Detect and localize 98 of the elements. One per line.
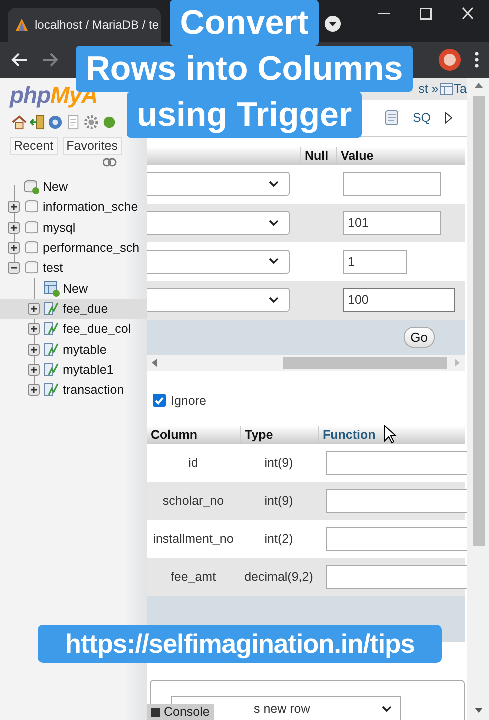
sidebar-tab-button[interactable]: Recent (10, 137, 58, 155)
breadcrumb-link[interactable]: Ta (454, 82, 467, 96)
column-type: decimal(9,2) (244, 570, 314, 584)
database-icon (24, 240, 40, 256)
sidebar-tab-button[interactable]: Favorites (62, 137, 122, 155)
checkbox-label: Ignore (171, 394, 206, 408)
caret-icon (382, 706, 392, 712)
title-caption: Convert (170, 0, 319, 46)
tree-item[interactable]: transaction (0, 380, 147, 400)
column-name: id (188, 456, 200, 470)
mouse-cursor-icon (384, 425, 397, 444)
tree-item[interactable]: mytable (0, 339, 147, 360)
scroll-down-icon[interactable] (475, 708, 483, 714)
expand-icon[interactable] (28, 344, 40, 356)
caret-icon (269, 258, 279, 266)
exit-icon[interactable] (30, 115, 45, 130)
console-button[interactable]: Console (147, 704, 214, 720)
caret-icon (269, 220, 279, 227)
check-icon (155, 396, 164, 405)
expand-icon[interactable] (28, 323, 40, 336)
caret-icon (269, 180, 279, 188)
tree-item[interactable]: information_sche (0, 197, 147, 218)
avatar-icon[interactable] (439, 49, 461, 71)
ignore-checkbox[interactable] (153, 394, 166, 408)
database-icon (24, 199, 40, 216)
scrollbar-thumb[interactable] (283, 356, 447, 369)
expand-icon[interactable] (28, 384, 40, 396)
column-name: installment_no (152, 532, 235, 546)
column-type: int(2) (264, 532, 294, 546)
column-header: Value (336, 147, 465, 165)
settings-icon[interactable] (84, 115, 99, 130)
help-icon[interactable] (48, 115, 63, 130)
scrollbar-thumb[interactable] (473, 96, 485, 546)
go-button[interactable]: Go (404, 326, 435, 348)
expand-icon[interactable] (28, 302, 40, 315)
column-type: int(9) (264, 456, 294, 470)
tree-item[interactable]: mysql (0, 218, 147, 238)
sailboat-icon (15, 18, 29, 32)
value-field[interactable] (343, 172, 441, 196)
tab-title: localhost / MariaDB / te (35, 18, 160, 32)
expand-icon[interactable] (8, 222, 20, 234)
document-icon[interactable] (66, 115, 81, 130)
tab-search-icon[interactable] (325, 16, 341, 32)
function-field[interactable] (326, 564, 467, 589)
console-icon (151, 708, 160, 716)
column-name: fee_amt (170, 570, 218, 584)
tab[interactable]: SQ (406, 109, 437, 127)
expand-icon[interactable] (8, 242, 20, 254)
back-icon[interactable] (10, 52, 28, 68)
column-header: Type (240, 426, 318, 444)
function-field[interactable] (326, 526, 467, 551)
table-chart-icon (44, 321, 60, 338)
database-icon (24, 220, 40, 236)
title-caption: Rows into Columns (76, 46, 414, 92)
column-header: Column (150, 426, 199, 444)
expand-icon[interactable] (8, 201, 20, 214)
link-icon[interactable] (103, 158, 117, 167)
caret-icon (269, 296, 279, 304)
expand-icon[interactable] (28, 364, 40, 376)
new-database-icon (24, 179, 40, 196)
column-name: scholar_no (162, 494, 226, 508)
table-icon (440, 83, 453, 95)
tree-item[interactable]: mytable1 (0, 360, 147, 380)
tree-item[interactable]: fee_due_col (0, 319, 147, 340)
value-field[interactable]: 101 (343, 211, 441, 236)
home-icon[interactable] (12, 115, 27, 130)
value-field[interactable]: 100 (343, 288, 455, 312)
database-icon (24, 260, 40, 276)
function-field[interactable] (326, 488, 467, 513)
column-type: int(9) (264, 494, 294, 508)
title-caption: using Trigger (126, 92, 362, 138)
more-menu-icon[interactable] (475, 52, 479, 68)
table-chart-icon (44, 362, 60, 378)
tree-item[interactable]: New (0, 177, 147, 198)
sql-scroll-icon (384, 110, 399, 126)
function-field[interactable] (326, 450, 467, 475)
table-chart-icon (44, 382, 60, 398)
function-select[interactable] (147, 250, 290, 274)
function-select[interactable] (147, 288, 290, 312)
tree-item[interactable]: New (0, 278, 147, 299)
value-field[interactable]: 1 (343, 250, 407, 274)
tree-item[interactable]: fee_due (0, 298, 147, 320)
tree-item[interactable]: performance_sch (0, 238, 147, 258)
scroll-up-icon[interactable] (475, 82, 483, 88)
forward-icon[interactable] (42, 52, 60, 68)
function-select[interactable] (147, 172, 290, 196)
function-select[interactable] (147, 211, 290, 236)
new-table-icon (44, 280, 60, 297)
more-tabs-icon[interactable] (445, 112, 453, 124)
browser-tab[interactable]: localhost / MariaDB / te (8, 8, 162, 42)
column-header: Null (300, 147, 336, 165)
url-caption: https://selfimagination.in/tips (38, 625, 442, 663)
tree-item[interactable]: test (0, 258, 147, 278)
table-chart-icon (44, 300, 60, 317)
collapse-icon[interactable] (8, 262, 20, 274)
breadcrumb-link[interactable]: st » (418, 82, 439, 96)
table-chart-icon (44, 342, 60, 358)
scroll-left-icon[interactable] (151, 358, 159, 367)
